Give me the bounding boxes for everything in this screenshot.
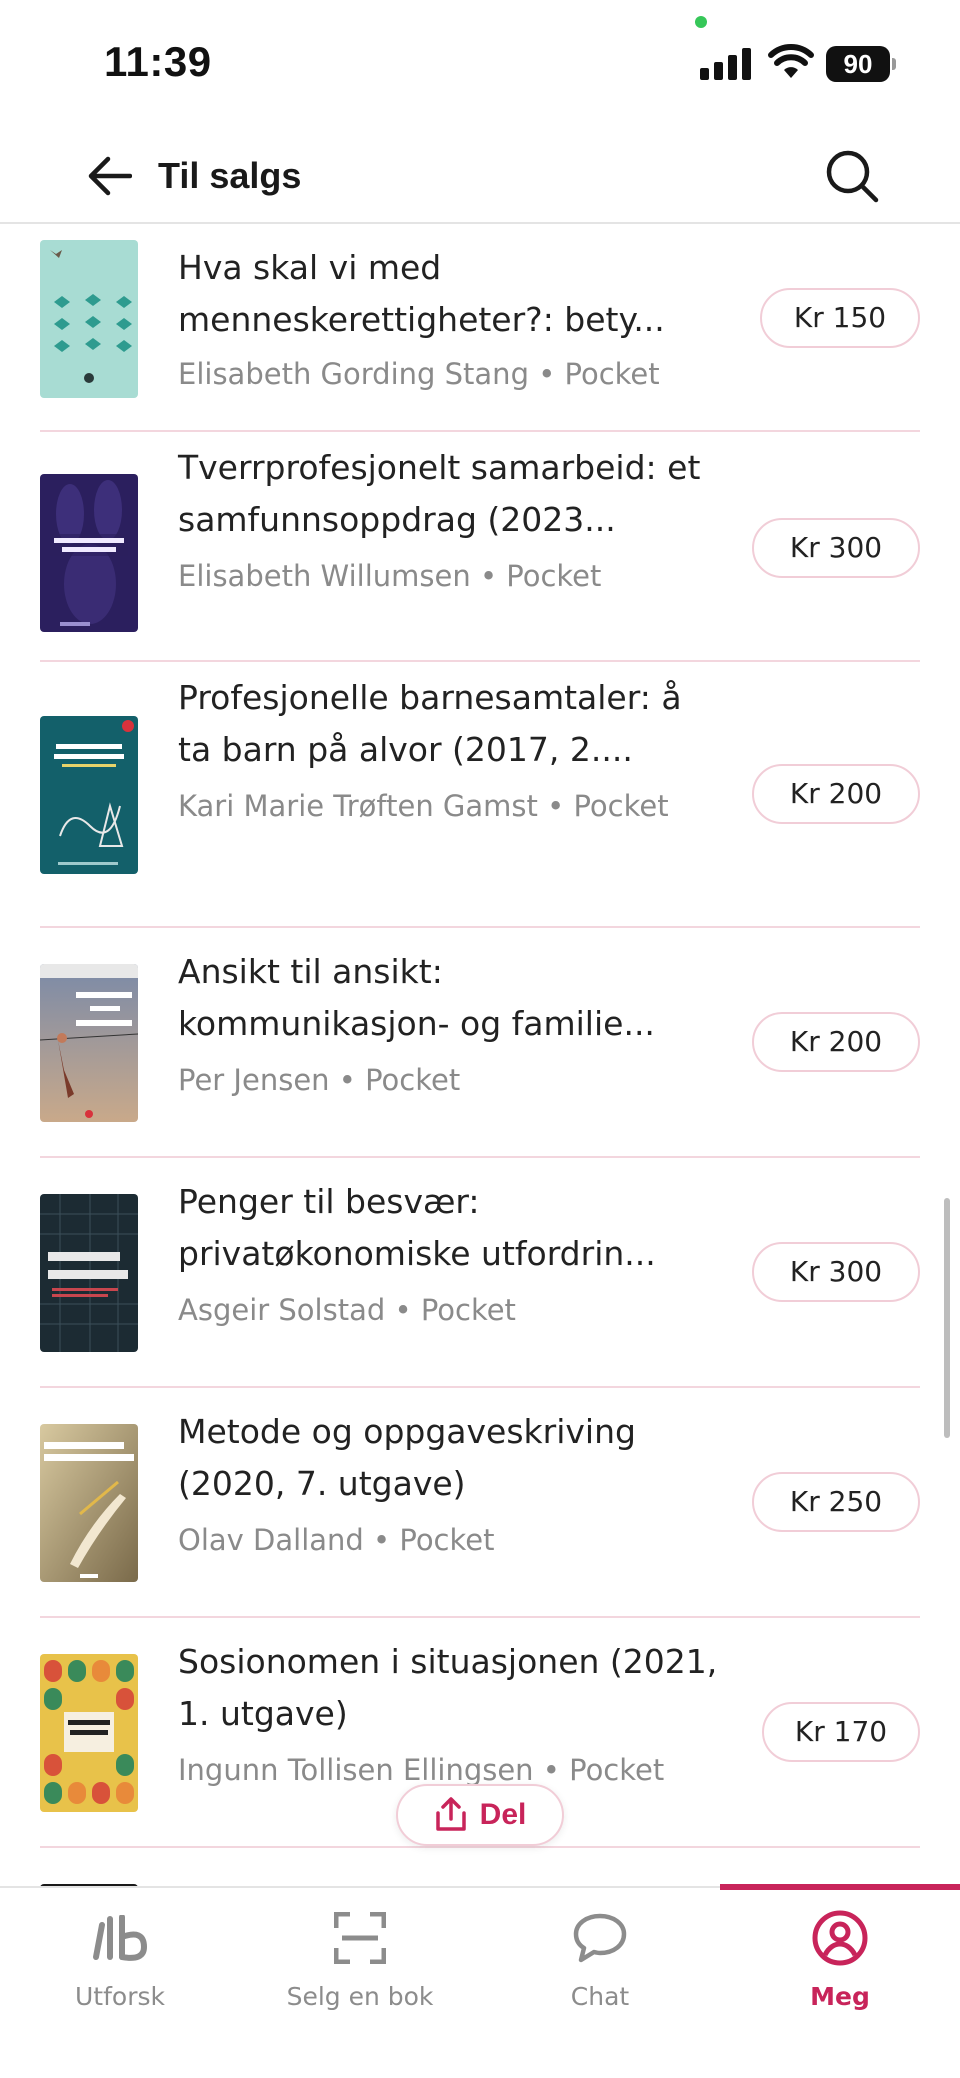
battery-icon: 90 [826, 46, 896, 82]
search-button[interactable] [820, 144, 884, 208]
meta-separator: • [479, 559, 498, 593]
price-badge[interactable]: Kr 200 [752, 1012, 920, 1072]
active-tab-indicator [720, 1884, 960, 1890]
book-format: Pocket [564, 357, 660, 391]
book-meta: Olav Dalland • Pocket [178, 1520, 718, 1560]
book-format: Pocket [569, 1753, 665, 1787]
tab-label: Utforsk [75, 1982, 165, 2011]
book-meta: Asgeir Solstad • Pocket [178, 1290, 718, 1330]
book-row[interactable] [40, 1848, 920, 1886]
cellular-signal-icon [700, 48, 751, 80]
book-author: Ingunn Tollisen Ellingsen [178, 1753, 534, 1787]
price-badge[interactable]: Kr 200 [752, 764, 920, 824]
book-meta: Elisabeth Gording Stang • Pocket [178, 354, 718, 394]
tab-utforsk[interactable]: Utforsk [0, 1888, 240, 2038]
book-author: Elisabeth Gording Stang [178, 357, 529, 391]
book-meta: Per Jensen • Pocket [178, 1060, 718, 1100]
camera-indicator-icon [695, 16, 707, 28]
tab-label: Selg en bok [286, 1982, 434, 2011]
book-title: Penger til besvær: privatøkonomiske utfo… [178, 1182, 656, 1273]
book-title: Tverrprofesjonelt samarbeid: et samfunns… [178, 448, 701, 539]
book-title: Sosionomen i situasjonen (2021, 1. utgav… [178, 1642, 718, 1733]
book-title: Hva skal vi med menneskerettigheter?: be… [178, 248, 665, 339]
price-badge[interactable]: Kr 150 [760, 288, 920, 348]
book-format: Pocket [573, 789, 669, 823]
book-author: Elisabeth Willumsen [178, 559, 471, 593]
back-button[interactable] [82, 148, 138, 204]
meta-separator: • [373, 1523, 391, 1557]
bottom-tab-bar: Utforsk Selg en bok Chat Meg [0, 1884, 960, 2078]
book-format: Pocket [365, 1063, 461, 1097]
scrollbar[interactable] [944, 1198, 950, 1438]
back-arrow-icon [88, 156, 132, 196]
book-author: Asgeir Solstad [178, 1293, 386, 1327]
book-author: Per Jensen [178, 1063, 330, 1097]
price-badge[interactable]: Kr 250 [752, 1472, 920, 1532]
meta-separator: • [538, 357, 556, 391]
price-badge[interactable]: Kr 300 [752, 518, 920, 578]
book-row[interactable]: Ansikt til ansikt: kommunikasjon- og fam… [40, 928, 920, 1158]
share-icon [435, 1797, 466, 1831]
share-label: Del [479, 1798, 527, 1831]
book-cover-image [40, 964, 138, 1122]
book-format: Pocket [506, 559, 602, 593]
book-title: Profesjonelle barnesamtaler: å ta barn p… [178, 678, 682, 769]
page-title: Til salgs [158, 155, 302, 196]
book-row[interactable]: Profesjonelle barnesamtaler: å ta barn p… [40, 662, 920, 928]
meta-separator: • [338, 1063, 356, 1097]
book-cover-image [40, 1194, 138, 1352]
profile-icon [810, 1908, 870, 1968]
price-badge[interactable]: Kr 170 [762, 1702, 920, 1762]
meta-separator: • [547, 789, 565, 823]
meta-separator: • [394, 1293, 412, 1327]
tab-selg-en-bok[interactable]: Selg en bok [240, 1888, 480, 2038]
status-bar: 11:39 90 [0, 0, 960, 128]
book-author: Olav Dalland [178, 1523, 364, 1557]
app-header: Til salgs [0, 128, 960, 224]
book-row[interactable]: Metode og oppgaveskriving (2020, 7. utga… [40, 1388, 920, 1618]
book-list: Hva skal vi med menneskerettigheter?: be… [0, 226, 960, 1886]
book-row[interactable]: Tverrprofesjonelt samarbeid: et samfunns… [40, 432, 920, 662]
book-title: Ansikt til ansikt: kommunikasjon- og fam… [178, 952, 655, 1043]
chat-bubble-icon [570, 1908, 630, 1968]
tab-chat[interactable]: Chat [480, 1888, 720, 2038]
book-author: Kari Marie Trøften Gamst [178, 789, 538, 823]
price-badge[interactable]: Kr 300 [752, 1242, 920, 1302]
book-cover-image [40, 474, 138, 632]
book-meta: Elisabeth Willumsen • Pocket [178, 556, 718, 596]
book-row[interactable]: Hva skal vi med menneskerettigheter?: be… [40, 226, 920, 432]
book-cover-image [40, 1424, 138, 1582]
book-meta: Kari Marie Trøften Gamst • Pocket [178, 786, 718, 826]
share-button[interactable]: Del [396, 1784, 564, 1846]
battery-level: 90 [843, 49, 873, 79]
book-format: Pocket [399, 1523, 495, 1557]
search-icon [826, 150, 879, 203]
meta-separator: • [542, 1753, 560, 1787]
status-time: 11:39 [104, 38, 212, 85]
scan-icon [330, 1908, 390, 1968]
book-format: Pocket [420, 1293, 516, 1327]
tab-label: Chat [570, 1982, 630, 2011]
book-title: Metode og oppgaveskriving (2020, 7. utga… [178, 1412, 636, 1503]
wifi-icon [768, 44, 814, 78]
tab-meg[interactable]: Meg [720, 1884, 960, 2038]
book-cover-image [40, 240, 138, 398]
book-cover-image [40, 1654, 138, 1812]
book-row[interactable]: Penger til besvær: privatøkonomiske utfo… [40, 1158, 920, 1388]
tab-label: Meg [810, 1982, 870, 2011]
explore-logo-icon [90, 1908, 150, 1968]
book-cover-image [40, 716, 138, 874]
